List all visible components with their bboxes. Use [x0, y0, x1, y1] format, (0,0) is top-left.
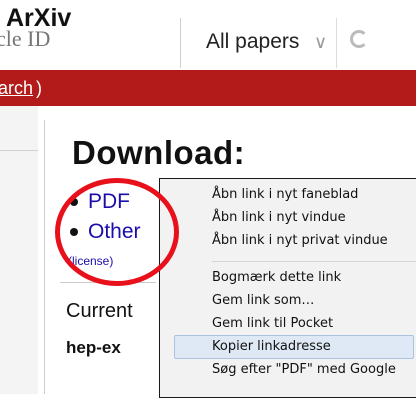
context-menu: Åbn link i nyt faneblad Åbn link i nyt v…	[159, 178, 416, 398]
divider	[60, 282, 156, 283]
menu-item-save-to-pocket[interactable]: Gem link til Pocket	[212, 313, 333, 335]
menu-item-open-private-window[interactable]: Åbn link i nyt privat vindue	[212, 230, 388, 252]
page-title: Download:	[72, 134, 246, 171]
search-icon[interactable]	[350, 30, 368, 48]
image-caption: ArXiv	[6, 4, 72, 32]
category-label: hep-ex	[66, 338, 121, 357]
search-scope-label: All papers	[206, 30, 300, 53]
bullet-icon	[70, 228, 78, 237]
menu-item-open-new-tab[interactable]: Åbn link i nyt faneblad	[212, 184, 358, 206]
menu-item-bookmark-link[interactable]: Bogmærk dette link	[212, 267, 341, 289]
header-banner: arch )	[0, 70, 416, 106]
bullet-icon	[70, 198, 78, 207]
banner-paren: )	[36, 78, 42, 98]
menu-item-save-link-as[interactable]: Gem link som…	[212, 290, 314, 312]
divider	[336, 18, 337, 68]
pdf-link[interactable]: PDF	[70, 190, 130, 214]
chevron-down-icon: ∨	[314, 32, 328, 52]
divider	[180, 18, 181, 68]
divider	[0, 150, 38, 151]
other-formats-link[interactable]: Other	[70, 220, 141, 244]
menu-item-search-google[interactable]: Søg efter "PDF" med Google	[212, 359, 396, 381]
license-link[interactable]: (license)	[68, 254, 113, 268]
advanced-search-link[interactable]: arch	[0, 76, 33, 100]
menu-item-open-new-window[interactable]: Åbn link i nyt vindue	[212, 207, 346, 229]
menu-separator	[212, 261, 416, 262]
menu-item-copy-link-address[interactable]: Kopier linkadresse	[212, 336, 331, 358]
search-scope-select[interactable]: All papers ∨	[206, 26, 336, 58]
current-browse-label: Current	[66, 300, 133, 322]
